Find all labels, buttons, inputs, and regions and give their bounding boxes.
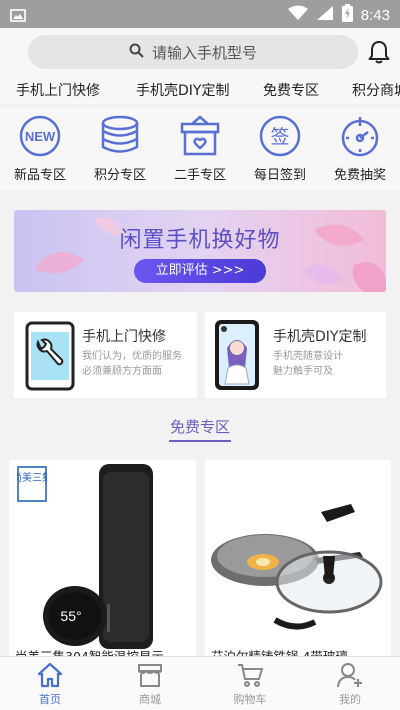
- tab-label: 我的: [339, 693, 361, 706]
- evaluate-button[interactable]: 立即评估 >>>: [134, 259, 266, 283]
- status-time: 8:43: [360, 6, 390, 24]
- top-bar: 请输入手机型号: [0, 28, 400, 76]
- image-icon: [10, 7, 26, 26]
- gift-box-icon: [160, 114, 240, 158]
- status-bar: 8:43: [0, 0, 400, 28]
- tab-cart[interactable]: 购物车: [200, 661, 300, 707]
- quick-label: 每日签到: [253, 168, 306, 183]
- quick-label: 积分专区: [93, 168, 146, 183]
- category-strip: 手机上门快修 手机壳DIY定制 免费专区 积分商城: [0, 76, 400, 104]
- quick-label: 新品专区: [13, 168, 66, 183]
- feature-title: 手机上门快修: [82, 329, 166, 345]
- quick-second-hand[interactable]: 二手专区: [160, 114, 240, 183]
- tab-profile[interactable]: 我的: [300, 661, 400, 707]
- tab-store[interactable]: 商城: [100, 661, 200, 707]
- svg-text:55°: 55°: [60, 608, 81, 624]
- category-free[interactable]: 免费专区: [263, 80, 319, 100]
- store-icon: [100, 661, 200, 689]
- sign-in-icon: 签: [240, 114, 320, 158]
- user-add-icon: [300, 661, 400, 689]
- feature-subtitle-line: 魅力触手可及: [273, 366, 333, 377]
- feature-subtitle-line: 我们认为，优质的服务: [82, 351, 182, 362]
- feature-card-repair[interactable]: 手机上门快修 我们认为，优质的服务 必须兼顾方方面面: [14, 312, 197, 398]
- svg-text:签: 签: [270, 126, 289, 148]
- section-title: 免费专区: [169, 418, 230, 436]
- feature-subtitle: 我们认为，优质的服务 必须兼顾方方面面: [82, 349, 182, 379]
- feature-subtitle: 手机壳随意设计 魅力触手可及: [273, 349, 343, 379]
- category-points-mall[interactable]: 积分商城: [352, 80, 400, 100]
- quick-icon-row: NEW 新品专区 积分专区 二手专区 签 每日签到 免费抽奖: [0, 108, 400, 190]
- new-badge-icon: NEW: [0, 114, 80, 158]
- search-placeholder: 请输入手机型号: [151, 43, 257, 62]
- banner-title: 闲置手机换好物: [119, 228, 281, 253]
- trade-in-banner[interactable]: 闲置手机换好物 立即评估 >>>: [14, 210, 386, 292]
- section-underline: [169, 440, 231, 442]
- bottom-tab-bar: 首页 商城 购物车 我的: [0, 656, 400, 710]
- tab-label: 首页: [39, 693, 61, 706]
- lottery-wheel-icon: [320, 114, 400, 158]
- battery-icon: [341, 4, 353, 26]
- svg-text:NEW: NEW: [25, 129, 56, 144]
- product-card[interactable]: 艾泊尔精铸铁锅 4带玻璃: [205, 460, 391, 660]
- search-input[interactable]: 请输入手机型号: [28, 35, 358, 69]
- thermos-image: 55°: [43, 464, 153, 649]
- tab-label: 商城: [139, 693, 161, 706]
- category-diy-case[interactable]: 手机壳DIY定制: [136, 80, 229, 100]
- feature-title: 手机壳DIY定制: [273, 329, 367, 345]
- product-card[interactable]: 尚美三集 55° 尚美三集304智能温控显示: [9, 460, 196, 660]
- tab-label: 购物车: [233, 693, 267, 706]
- phone-case-icon: [213, 318, 261, 396]
- phone-repair-icon: [24, 320, 76, 396]
- coin-stack-icon: [80, 114, 160, 158]
- quick-daily-checkin[interactable]: 签 每日签到: [240, 114, 320, 183]
- cart-icon: [200, 661, 300, 689]
- home-icon: [0, 661, 100, 689]
- bell-icon[interactable]: [368, 40, 390, 68]
- signal-icon: [316, 5, 334, 25]
- quick-label: 免费抽奖: [333, 168, 386, 183]
- quick-points[interactable]: 积分专区: [80, 114, 160, 183]
- category-repair[interactable]: 手机上门快修: [16, 80, 100, 100]
- feature-card-diy-case[interactable]: 手机壳DIY定制 手机壳随意设计 魅力触手可及: [205, 312, 386, 398]
- feature-subtitle-line: 必须兼顾方方面面: [82, 366, 162, 377]
- search-icon: [129, 43, 144, 62]
- wifi-icon: [287, 5, 308, 25]
- quick-label: 二手专区: [173, 168, 226, 183]
- quick-free-lottery[interactable]: 免费抽奖: [320, 114, 400, 183]
- tab-home[interactable]: 首页: [0, 661, 100, 707]
- quick-new-arrivals[interactable]: NEW 新品专区: [0, 114, 80, 183]
- feature-subtitle-line: 手机壳随意设计: [273, 351, 343, 362]
- wok-pan-image: [211, 504, 383, 630]
